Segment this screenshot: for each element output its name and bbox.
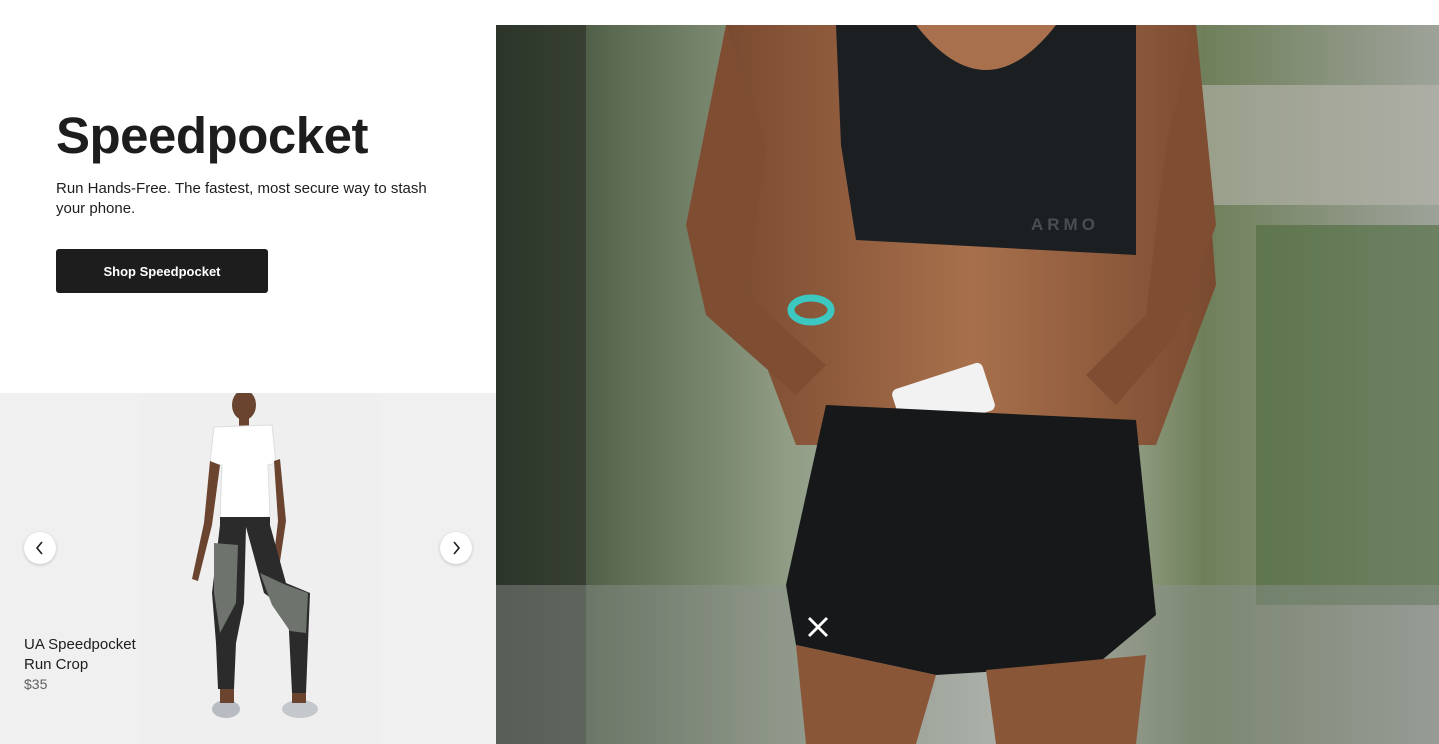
product-image[interactable] [140, 393, 380, 744]
promo-title: Speedpocket [56, 107, 368, 164]
product-name[interactable]: UA Speedpocket Run Crop [24, 635, 154, 675]
product-model-illustration [140, 393, 380, 744]
chevron-left-icon [35, 541, 43, 555]
hero-image: ARMO [496, 25, 1439, 744]
carousel-next-button[interactable] [440, 532, 472, 564]
shop-speedpocket-button[interactable]: Shop Speedpocket [56, 249, 268, 293]
runner-photo-illustration: ARMO [496, 25, 1439, 744]
promo-panel: Speedpocket Run Hands-Free. The fastest,… [0, 0, 496, 393]
bra-brand-text: ARMO [1031, 215, 1099, 234]
chevron-right-icon [453, 541, 461, 555]
carousel-prev-button[interactable] [24, 532, 56, 564]
promo-description: Run Hands-Free. The fastest, most secure… [56, 180, 427, 217]
product-carousel: UA Speedpocket Run Crop $35 [0, 393, 496, 744]
product-price: $35 [24, 676, 48, 692]
